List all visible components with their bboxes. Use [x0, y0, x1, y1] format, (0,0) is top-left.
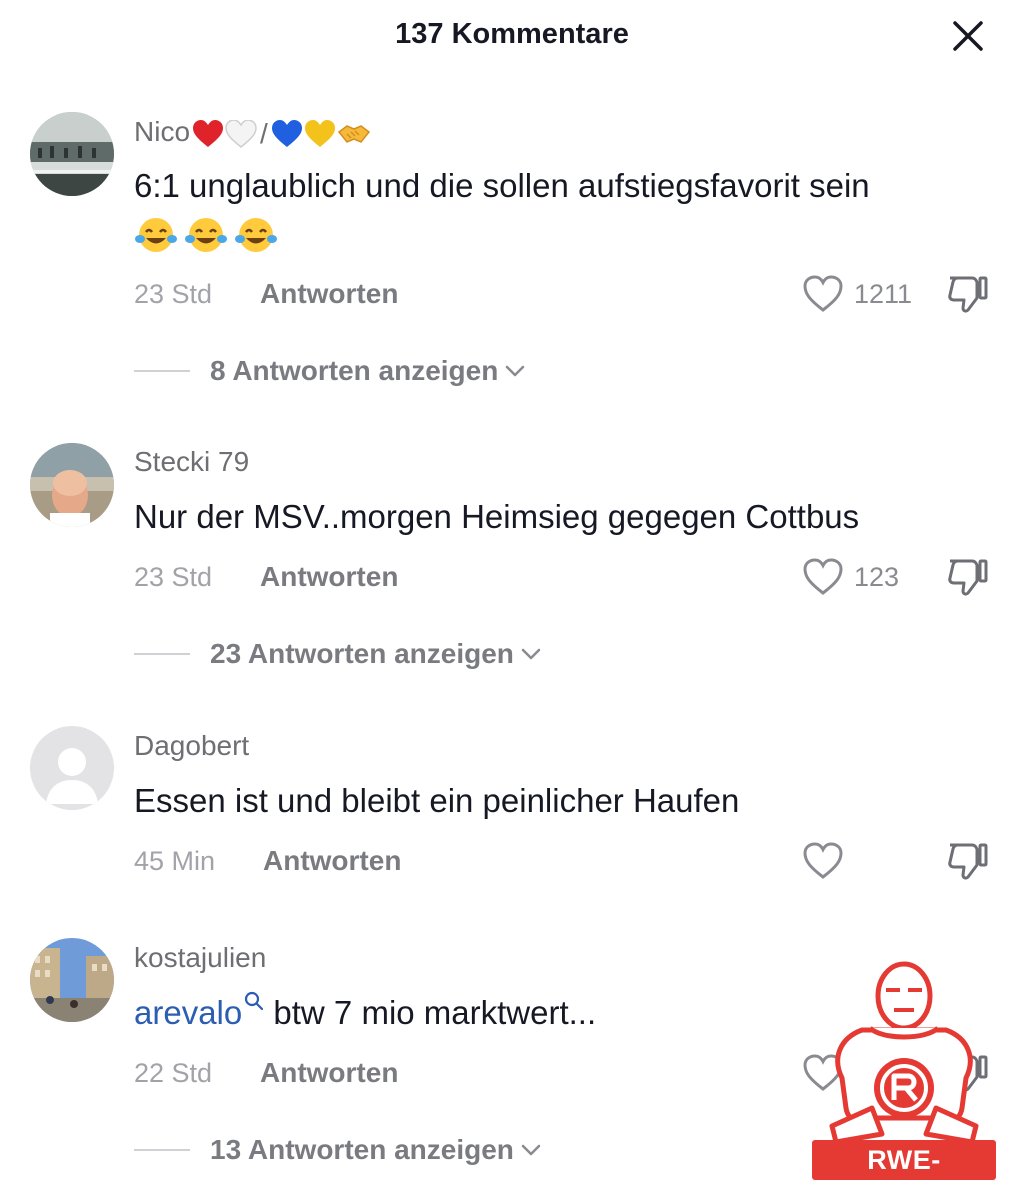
like-count: 123 [854, 561, 900, 592]
slash-glyph: / [260, 117, 268, 149]
comments-count-title: 137 Kommentare [395, 18, 629, 50]
comment-text: Essen ist und bleibt ein peinlicher Hauf… [134, 782, 740, 819]
mascot-logo-icon [829, 961, 979, 1145]
tears-of-joy-icon [185, 218, 227, 253]
view-replies-label: 23 Antworten anzeigen [210, 638, 514, 669]
comments-header: 137 Kommentare [0, 0, 1024, 76]
comment-username[interactable]: Nico / [134, 116, 371, 150]
comments-sheet: 137 Kommentare Nico / 6:1 unglaublich un… [0, 0, 1024, 1195]
like-count: 1211 [854, 278, 913, 309]
comment-timestamp: 23 Std [134, 279, 213, 309]
thumbs-down-icon[interactable] [944, 553, 990, 599]
divider [134, 1149, 190, 1151]
username-text: Nico [134, 116, 191, 147]
view-replies-label: 8 Antworten anzeigen [210, 355, 499, 386]
chevron-down-icon [506, 365, 525, 377]
red-heart-icon [193, 119, 224, 147]
search-icon [245, 991, 264, 1011]
comment-username[interactable]: kostajulien [134, 942, 266, 974]
chevron-down-icon [521, 1144, 541, 1156]
yellow-heart-icon [304, 119, 335, 147]
comment-body: btw 7 mio marktwert... [273, 994, 597, 1031]
view-replies-button[interactable]: 23 Antworten anzeigen [134, 634, 542, 674]
blue-heart-icon [271, 119, 302, 147]
laughing-emojis [134, 215, 278, 255]
reply-button[interactable]: Antworten [260, 1057, 398, 1089]
heart-outline-icon [803, 558, 843, 595]
comment-timestamp: 45 Min [134, 846, 216, 876]
thumbs-down-icon[interactable] [944, 837, 990, 883]
avatar[interactable] [30, 112, 114, 196]
reply-button[interactable]: Antworten [263, 845, 401, 877]
tears-of-joy-icon [135, 218, 177, 253]
emoji-icons: / [192, 118, 371, 150]
avatar[interactable] [30, 726, 114, 810]
mention-link[interactable]: arevalo [134, 994, 242, 1031]
avatar[interactable] [30, 443, 114, 527]
heart-outline-icon [803, 275, 843, 312]
watermark-text: RWE-PORTAL.DE [812, 1140, 996, 1195]
white-heart-icon [225, 119, 257, 148]
like-button[interactable]: 123 [802, 555, 899, 599]
tears-of-joy-icon [235, 218, 277, 253]
divider [134, 370, 190, 372]
view-replies-label: 13 Antworten anzeigen [210, 1134, 514, 1165]
rwe-portal-watermark-logo: RWE-PORTAL.DE [812, 958, 996, 1195]
comment-body: 6:1 unglaublich und die sollen aufstiegs… [134, 167, 870, 204]
chevron-down-icon [521, 648, 541, 660]
thumbs-down-icon[interactable] [944, 270, 990, 316]
comment-timestamp: 22 Std [134, 1058, 213, 1088]
like-button[interactable]: 1211 [802, 272, 912, 316]
like-button[interactable] [802, 839, 844, 883]
close-icon[interactable] [950, 18, 986, 54]
reply-button[interactable]: Antworten [260, 561, 398, 593]
comment-text: 6:1 unglaublich und die sollen aufstiegs… [134, 162, 994, 256]
heart-outline-icon [803, 842, 843, 879]
comment-text: Nur der MSV..morgen Heimsieg gegegen Cot… [134, 498, 860, 535]
comment-timestamp: 23 Std [134, 562, 213, 592]
view-replies-button[interactable]: 8 Antworten anzeigen [134, 351, 526, 391]
comment-username[interactable]: Stecki 79 [134, 446, 249, 478]
handshake-icon [337, 124, 370, 143]
reply-button[interactable]: Antworten [260, 278, 398, 310]
avatar[interactable] [30, 938, 114, 1022]
divider [134, 653, 190, 655]
view-replies-button[interactable]: 13 Antworten anzeigen [134, 1130, 542, 1170]
comment-username[interactable]: Dagobert [134, 730, 249, 762]
